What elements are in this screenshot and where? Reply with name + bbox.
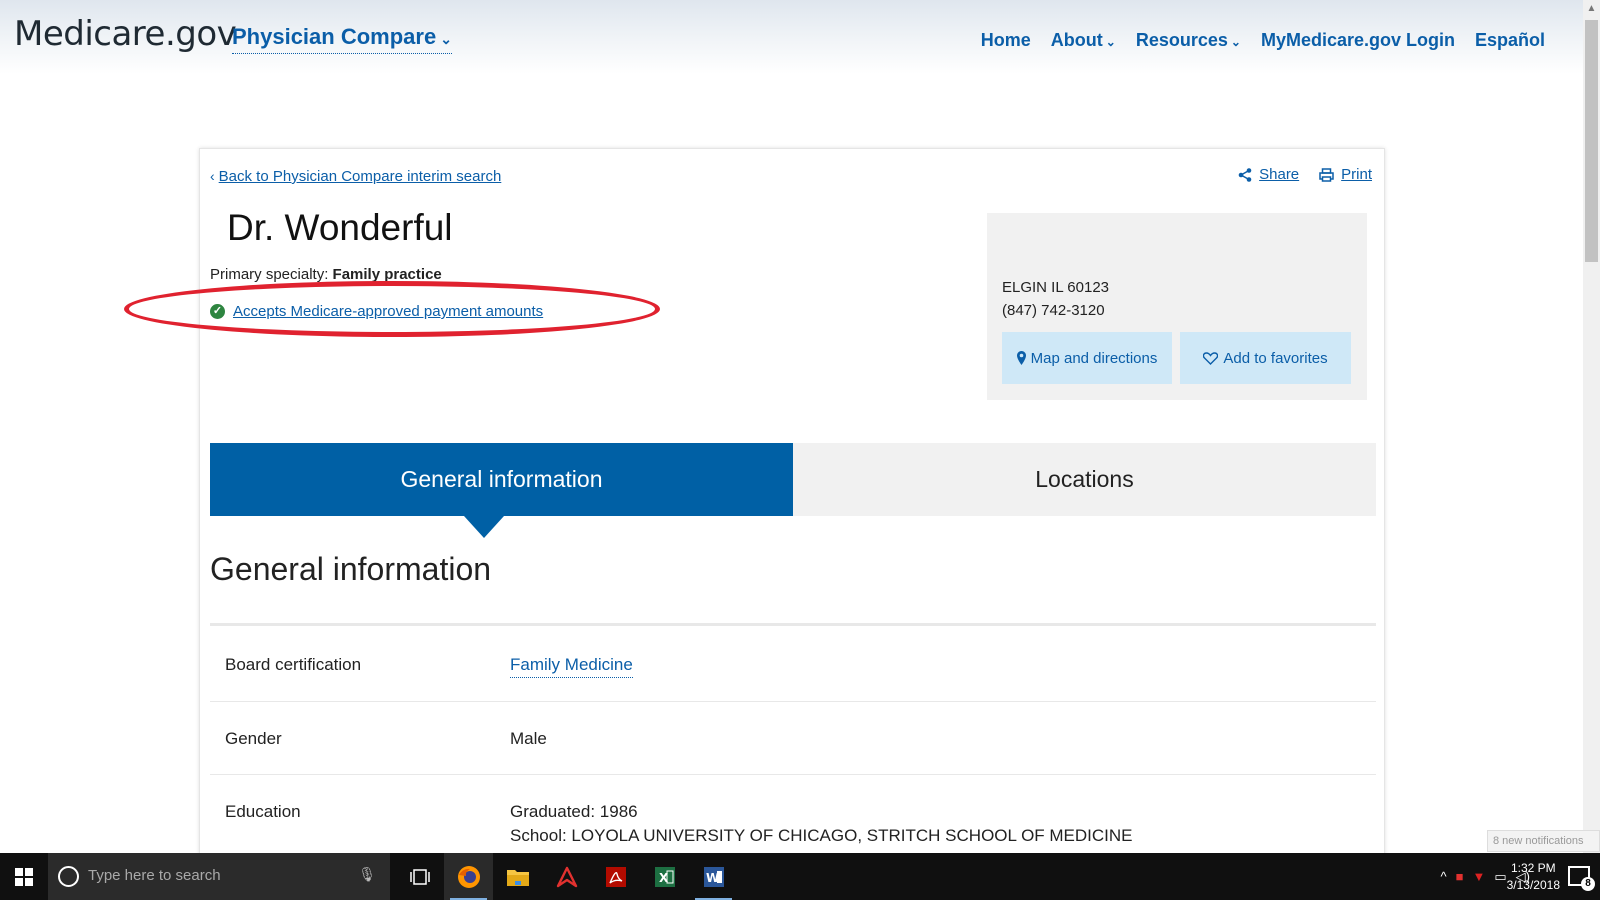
specialty-value: Family practice xyxy=(332,266,442,283)
logo-suffix: .gov xyxy=(164,14,237,54)
specialty-label: Primary specialty: xyxy=(210,266,329,283)
address-panel: ELGIN IL 60123 (847) 742-3120 Map and di… xyxy=(987,213,1367,400)
excel-taskbar[interactable]: X xyxy=(640,853,689,900)
notification-count-badge: 8 xyxy=(1581,877,1595,891)
clock-time: 1:32 PM xyxy=(1510,861,1556,875)
tray-app-icon[interactable]: ▼ xyxy=(1473,869,1486,884)
page-scrollbar[interactable]: ▲ xyxy=(1583,0,1600,853)
physician-name: Dr. Wonderful xyxy=(227,207,453,248)
back-link-label: Back to Physician Compare interim search xyxy=(218,168,502,185)
nav-resources[interactable]: Resources ⌄ xyxy=(1136,30,1241,51)
check-circle-icon: ✓ xyxy=(210,304,225,319)
back-link[interactable]: ‹ Back to Physician Compare interim searc… xyxy=(210,168,501,185)
network-icon[interactable]: ▭ xyxy=(1494,869,1506,885)
tab-general-information[interactable]: General information xyxy=(210,443,793,538)
section-title: General information xyxy=(210,551,492,587)
nav-about-label: About xyxy=(1050,30,1103,50)
education-graduated: Graduated: 1986 xyxy=(510,802,638,821)
nav-about[interactable]: About ⌄ xyxy=(1051,30,1116,51)
windows-logo-icon xyxy=(14,867,33,886)
share-label: Share xyxy=(1259,166,1300,183)
accepts-medicare[interactable]: ✓ Accepts Medicare-approved payment amou… xyxy=(210,303,543,320)
map-pin-icon xyxy=(1016,351,1026,365)
product-label: Physician Compare xyxy=(232,24,437,49)
pdf-icon xyxy=(605,866,626,887)
chevron-down-icon: ⌄ xyxy=(1230,35,1241,49)
task-view-button[interactable] xyxy=(395,853,444,900)
action-center-icon[interactable]: 8 xyxy=(1568,866,1595,891)
windows-taskbar: Type here to search 🎙 X W ^ ■ ▼ ▭ ◁) 1:3… xyxy=(0,853,1600,900)
taskbar-search[interactable]: Type here to search 🎙 xyxy=(48,853,390,900)
print-icon xyxy=(1319,167,1334,182)
gender-value: Male xyxy=(510,729,547,748)
cortana-icon xyxy=(58,866,79,887)
board-certification-value[interactable]: Family Medicine xyxy=(510,655,633,678)
accepts-medicare-label: Accepts Medicare-approved payment amount… xyxy=(233,303,544,320)
taskbar-clock[interactable]: 1:32 PM 3/13/2018 xyxy=(1507,860,1560,894)
address-city: ELGIN IL 60123 xyxy=(1002,279,1110,296)
education-row: Education Graduated: 1986 School: LOYOLA… xyxy=(210,775,1376,865)
scroll-up-icon[interactable]: ▲ xyxy=(1583,0,1600,17)
word-icon: W xyxy=(703,866,724,887)
word-taskbar[interactable]: W xyxy=(689,853,738,900)
tray-app-icon[interactable]: ■ xyxy=(1456,869,1464,884)
acrobat-dc-taskbar[interactable] xyxy=(542,853,591,900)
nav-espanol[interactable]: Español xyxy=(1475,30,1545,51)
product-menu[interactable]: Physician Compare ⌄ xyxy=(232,24,452,54)
profile-card: ‹ Back to Physician Compare interim searc… xyxy=(124,148,1385,860)
acrobat-reader-taskbar[interactable] xyxy=(591,853,640,900)
folder-icon xyxy=(506,869,529,886)
microphone-icon[interactable]: 🎙 xyxy=(358,866,376,883)
gender-row: Gender Male xyxy=(210,702,1376,775)
education-label: Education xyxy=(225,802,301,821)
taskbar-apps: X W xyxy=(395,853,738,900)
task-view-icon xyxy=(409,868,430,885)
share-print-actions: Share Print xyxy=(1238,166,1372,183)
board-certification-row: Board certification Family Medicine xyxy=(210,626,1376,702)
chevron-up-icon[interactable]: ^ xyxy=(1441,869,1447,884)
share-icon xyxy=(1238,167,1252,182)
share-link[interactable]: Share xyxy=(1238,166,1299,183)
logo-main: Medicare xyxy=(14,14,165,54)
add-favorites-label: Add to favorites xyxy=(1223,349,1328,367)
primary-specialty: Primary specialty: Family practice xyxy=(210,266,442,283)
medicare-logo[interactable]: Medicare.gov xyxy=(14,14,237,54)
chevron-left-icon: ‹ xyxy=(210,168,215,184)
map-directions-button[interactable]: Map and directions xyxy=(1002,332,1172,384)
board-certification-label: Board certification xyxy=(225,655,362,674)
print-label: Print xyxy=(1341,166,1372,183)
site-header: Medicare.gov Physician Compare ⌄ Home Abo… xyxy=(0,0,1585,74)
top-nav: Home About ⌄ Resources ⌄ MyMedicare.gov Lo… xyxy=(981,30,1545,51)
firefox-icon xyxy=(457,865,480,888)
notification-toast[interactable]: 8 new notifications xyxy=(1487,830,1600,852)
profile-tabs: General information Locations xyxy=(210,443,1376,538)
tab-locations[interactable]: Locations xyxy=(793,443,1376,516)
nav-home[interactable]: Home xyxy=(981,30,1031,51)
education-school: School: LOYOLA UNIVERSITY OF CHICAGO, ST… xyxy=(510,826,1133,845)
firefox-taskbar[interactable] xyxy=(444,853,493,900)
nav-resources-label: Resources xyxy=(1135,30,1228,50)
excel-icon: X xyxy=(654,866,675,887)
chevron-down-icon: ⌄ xyxy=(440,31,452,47)
clock-date: 3/13/2018 xyxy=(1506,878,1560,892)
add-favorites-button[interactable]: Add to favorites xyxy=(1180,332,1351,384)
file-explorer-taskbar[interactable] xyxy=(493,853,542,900)
gender-label: Gender xyxy=(225,729,282,748)
start-button[interactable] xyxy=(0,853,47,900)
print-link[interactable]: Print xyxy=(1319,166,1372,183)
phone-number[interactable]: (847) 742-3120 xyxy=(1002,302,1105,319)
map-directions-label: Map and directions xyxy=(1030,349,1158,367)
scroll-thumb[interactable] xyxy=(1585,20,1598,262)
nav-login[interactable]: MyMedicare.gov Login xyxy=(1261,30,1455,51)
chevron-down-icon: ⌄ xyxy=(1105,35,1116,49)
heart-icon xyxy=(1203,351,1219,365)
acrobat-icon xyxy=(556,866,577,887)
taskbar-search-placeholder: Type here to search xyxy=(88,867,221,884)
